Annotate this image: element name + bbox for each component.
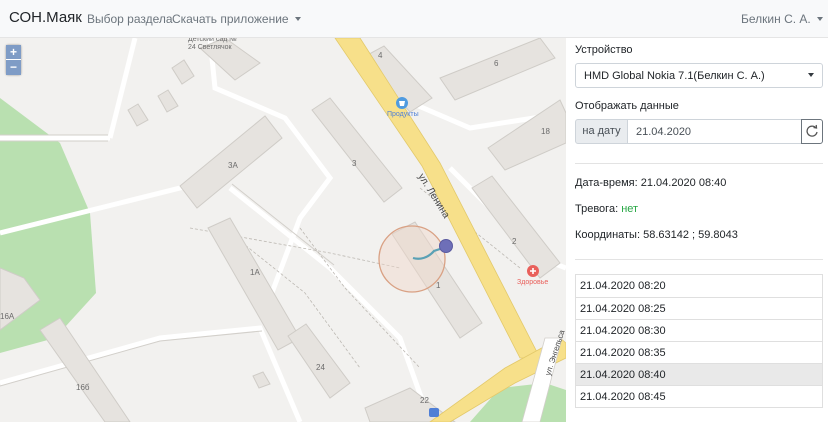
bus-stop-icon	[429, 408, 439, 417]
alarm-status: Тревога: нет	[575, 203, 638, 215]
section-select-link[interactable]: Выбор раздела	[87, 12, 173, 26]
time-list-item[interactable]: 21.04.2020 08:30	[576, 319, 822, 341]
building-label-16b: 16б	[76, 383, 90, 392]
building-label-3a: 3А	[228, 161, 238, 170]
kindergarten-label: Детский сад № 24 Светлячок	[188, 38, 237, 51]
building-label-3: 3	[352, 159, 357, 168]
time-list-item-selected[interactable]: 21.04.2020 08:40	[576, 363, 822, 385]
datetime-text: Дата-время: 21.04.2020 08:40	[575, 177, 727, 189]
building-label-22: 22	[420, 396, 429, 405]
download-app-label: Скачать приложение	[172, 12, 289, 26]
building-label-2: 2	[512, 237, 517, 246]
refresh-button[interactable]	[801, 119, 823, 144]
alarm-value: нет	[621, 203, 639, 215]
display-data-label: Отображать данные	[575, 100, 679, 112]
device-select[interactable]: HMD Global Nokia 7.1(Белкин С. А.)	[575, 63, 823, 88]
zoom-out-button[interactable]: −	[6, 60, 21, 75]
map-view[interactable]: 4 6 18 3 3А 2 1А 1 16А 24 16б 22 Детский…	[0, 38, 566, 422]
time-list-item[interactable]: 21.04.2020 08:20	[576, 275, 822, 297]
alarm-label: Тревога:	[575, 203, 619, 215]
building-label-18: 18	[541, 127, 550, 136]
building-label-24: 24	[316, 363, 325, 372]
time-list-item[interactable]: 21.04.2020 08:25	[576, 297, 822, 319]
coordinates-text: Координаты: 58.63142 ; 59.8043	[575, 229, 738, 241]
chevron-down-icon	[808, 73, 814, 77]
top-navbar: СОН.Маяк Выбор раздела Скачать приложени…	[0, 0, 828, 38]
brand-logo[interactable]: СОН.Маяк	[9, 9, 82, 26]
building-label-6: 6	[494, 59, 499, 68]
zoom-in-button[interactable]: +	[6, 45, 21, 60]
time-list-item[interactable]: 21.04.2020 08:45	[576, 385, 822, 407]
building-label-4: 4	[378, 51, 383, 60]
date-prefix: на дату	[575, 119, 628, 144]
refresh-icon	[806, 124, 818, 137]
device-label: Устройство	[575, 44, 633, 56]
time-list: 21.04.2020 08:20 21.04.2020 08:25 21.04.…	[575, 274, 823, 408]
device-panel: Устройство HMD Global Nokia 7.1(Белкин С…	[566, 38, 828, 422]
divider	[575, 259, 823, 260]
poi-label-products: Продукты	[387, 111, 419, 118]
building-label-1a: 1А	[250, 268, 260, 277]
device-marker	[439, 239, 453, 253]
zoom-control: + −	[6, 45, 21, 75]
building-label-16a: 16А	[0, 312, 15, 321]
chevron-down-icon	[816, 16, 823, 21]
map-canvas[interactable]: 4 6 18 3 3А 2 1А 1 16А 24 16б 22 Детский…	[0, 38, 566, 422]
date-input[interactable]: 21.04.2020	[627, 119, 802, 144]
chevron-down-icon	[294, 16, 301, 21]
user-menu-dropdown[interactable]: Белкин С. А.	[741, 12, 823, 26]
divider	[575, 163, 823, 164]
building-label-1: 1	[436, 281, 441, 290]
time-list-item[interactable]: 21.04.2020 08:35	[576, 341, 822, 363]
poi-label-health: Здоровье	[517, 279, 548, 286]
device-select-value: HMD Global Nokia 7.1(Белкин С. А.)	[584, 70, 765, 82]
download-app-dropdown[interactable]: Скачать приложение	[172, 12, 301, 26]
user-name: Белкин С. А.	[741, 12, 811, 26]
